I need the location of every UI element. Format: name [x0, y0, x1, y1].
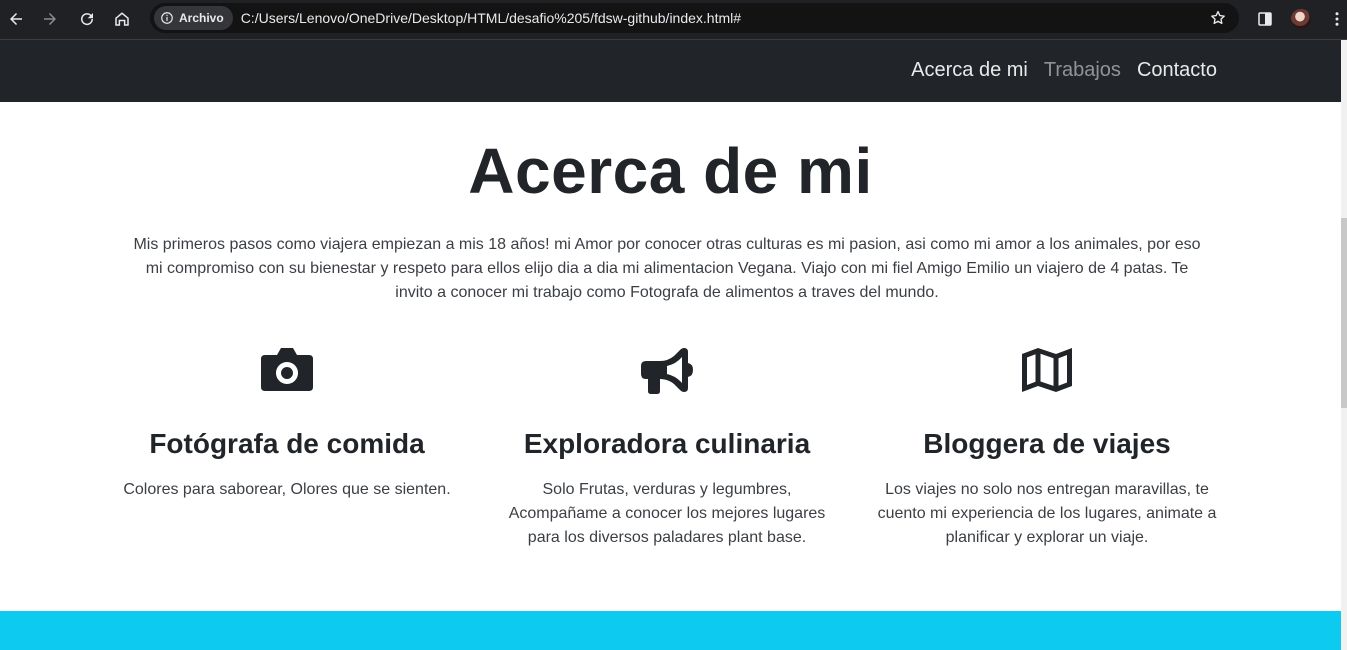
feature-text: Los viajes no solo nos entregan maravill…	[867, 478, 1227, 550]
feature-text-line: Colores para saborear, Olores que se sie…	[123, 481, 451, 498]
feature-text-line: Solo Frutas, verduras y legumbres,	[542, 481, 792, 498]
feature-title: Fotógrafa de comida	[149, 428, 425, 459]
megaphone-icon	[641, 348, 693, 394]
avatar	[1291, 9, 1311, 29]
info-icon	[161, 12, 173, 24]
intro-line: Mis primeros pasos como viajera empiezan…	[133, 236, 1201, 253]
feature-text: Colores para saborear, Olores que se sie…	[107, 478, 467, 502]
feature-text-line: para los diversos paladares plant base.	[527, 529, 807, 546]
works-section-band	[0, 611, 1341, 650]
intro-paragraph: Mis primeros pasos como viajera empiezan…	[112, 233, 1222, 305]
site-info-chip[interactable]: Archivo	[154, 6, 233, 30]
scrollbar-thumb[interactable]	[1341, 218, 1347, 408]
feature-text-line: Acompañame a conocer los mejores lugares	[508, 505, 826, 522]
nav-link-works[interactable]: Trabajos	[1044, 59, 1121, 82]
feature-text-line: cuento mi experiencia de los lugares, an…	[877, 505, 1217, 522]
intro-line: invito a conocer mi trabajo como Fotogra…	[395, 284, 939, 301]
intro-line: mi compromiso con su bienestar y respeto…	[145, 260, 1189, 277]
feature-travel-blogger: Bloggera de viajes Los viajes no solo no…	[867, 344, 1227, 550]
nav-link-contact[interactable]: Contacto	[1137, 59, 1217, 82]
map-icon	[1022, 348, 1072, 392]
address-bar[interactable]: Archivo C:/Users/Lenovo/OneDrive/Desktop…	[150, 3, 1239, 33]
nav-link-about[interactable]: Acerca de mi	[911, 59, 1028, 82]
url-text[interactable]: C:/Users/Lenovo/OneDrive/Desktop/HTML/de…	[241, 10, 741, 26]
camera-icon	[261, 348, 313, 391]
reload-icon[interactable]	[73, 5, 101, 33]
site-navbar: Acerca de mi Trabajos Contacto	[0, 40, 1341, 102]
browser-toolbar: Archivo C:/Users/Lenovo/OneDrive/Desktop…	[0, 0, 1347, 40]
page-title: Acerca de mi	[468, 135, 873, 207]
side-panel-icon[interactable]	[1252, 5, 1278, 33]
bookmark-star-icon[interactable]	[1209, 9, 1227, 27]
feature-text: Solo Frutas, verduras y legumbres, Acomp…	[487, 478, 847, 550]
feature-title: Exploradora culinaria	[523, 428, 811, 459]
back-arrow-icon[interactable]	[2, 5, 30, 33]
feature-title: Bloggera de viajes	[923, 428, 1171, 459]
forward-arrow-icon[interactable]	[36, 5, 64, 33]
feature-food-photographer: Fotógrafa de comida Colores para saborea…	[107, 344, 467, 502]
kebab-menu-icon[interactable]	[1327, 5, 1347, 33]
profile-avatar[interactable]	[1288, 5, 1314, 33]
site-chip-label: Archivo	[179, 11, 224, 25]
nav-links: Acerca de mi Trabajos Contacto	[911, 59, 1217, 82]
feature-culinary-explorer: Exploradora culinaria Solo Frutas, verdu…	[487, 344, 847, 550]
feature-text-line: planificar y explorar un viaje.	[945, 529, 1149, 546]
feature-text-line: Los viajes no solo nos entregan maravill…	[885, 481, 1209, 498]
home-icon[interactable]	[108, 5, 136, 33]
page-scrollbar[interactable]	[1341, 40, 1347, 650]
about-section: Acerca de mi Mis primeros pasos como via…	[0, 102, 1341, 611]
